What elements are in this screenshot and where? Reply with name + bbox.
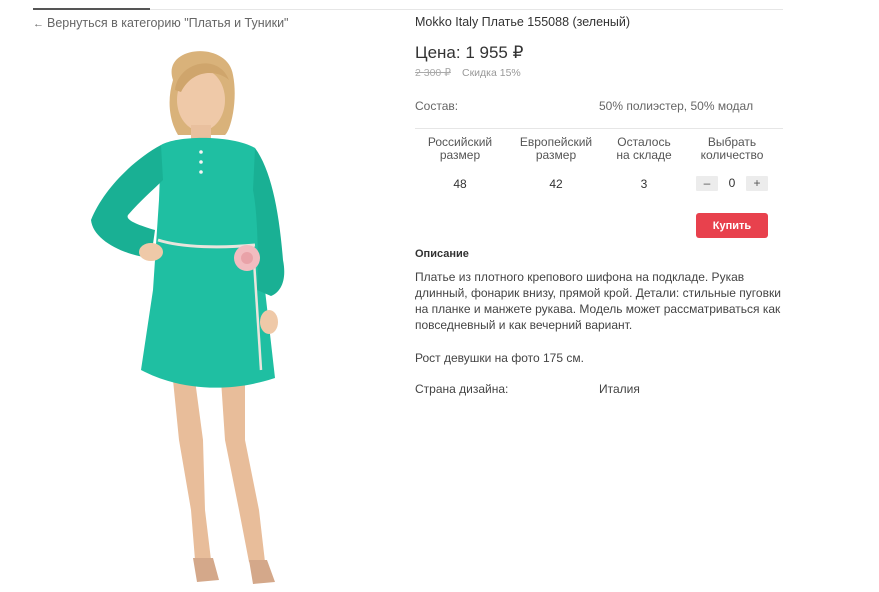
size-table-divider bbox=[415, 128, 783, 129]
design-country-label: Страна дизайна: bbox=[415, 382, 509, 396]
back-arrow-icon: ← bbox=[33, 18, 44, 30]
discount-label: Скидка 15% bbox=[462, 67, 521, 79]
stock-header: Осталось на складе bbox=[616, 135, 672, 162]
back-to-category-link[interactable]: ← Вернуться в категорию "Платья и Туники" bbox=[33, 16, 289, 30]
description-text: Платье из плотного крепового шифона на п… bbox=[415, 270, 781, 332]
ru-size-value: 48 bbox=[453, 177, 467, 191]
back-link-label: Вернуться в категорию "Платья и Туники" bbox=[47, 16, 289, 30]
quantity-value: 0 bbox=[728, 176, 736, 190]
product-title: Mokko Italy Платье 155088 (зеленый) bbox=[415, 15, 631, 29]
model-height-text: Рост девушки на фото 175 см. bbox=[415, 351, 584, 365]
product-photo[interactable] bbox=[33, 40, 388, 592]
quantity-increase-button[interactable]: + bbox=[746, 176, 768, 191]
old-price: 2 300 ₽ bbox=[415, 67, 451, 79]
buy-button[interactable]: Купить bbox=[696, 213, 768, 238]
description-heading: Описание bbox=[415, 248, 469, 260]
eu-size-value: 42 bbox=[549, 177, 563, 191]
ru-size-header: Российский размер bbox=[427, 135, 493, 162]
composition-label: Состав: bbox=[415, 99, 459, 113]
active-tab-indicator bbox=[33, 8, 150, 10]
design-country-value: Италия bbox=[599, 382, 640, 396]
product-price: Цена: 1 955 ₽ bbox=[415, 43, 524, 62]
stock-value: 3 bbox=[640, 177, 648, 191]
eu-size-header: Европейский размер bbox=[519, 135, 593, 162]
composition-value: 50% полиэстер, 50% модал bbox=[599, 99, 754, 113]
quantity-header: Выбрать количество bbox=[700, 135, 764, 162]
quantity-decrease-button[interactable]: – bbox=[696, 176, 718, 191]
